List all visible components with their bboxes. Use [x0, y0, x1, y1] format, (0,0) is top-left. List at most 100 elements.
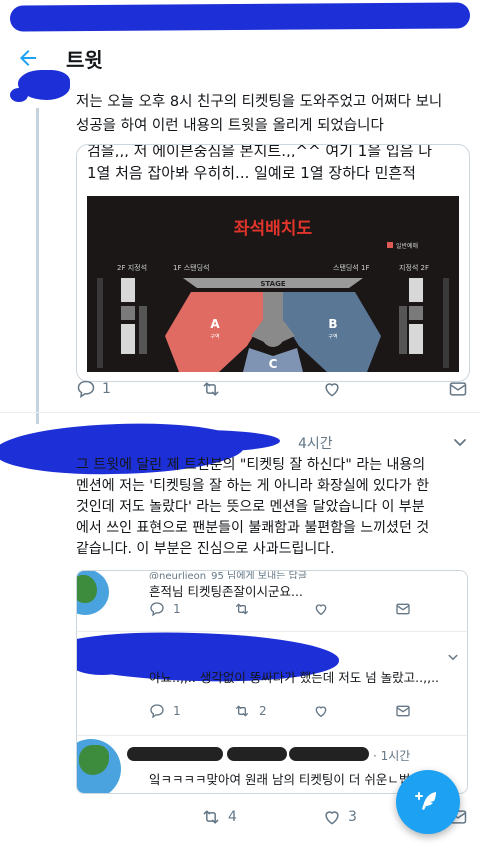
- seat-map-title: 좌석배치도: [234, 219, 313, 239]
- share-button[interactable]: [395, 601, 411, 617]
- mail-icon: [396, 603, 410, 615]
- tweet-time: 4시간: [298, 436, 333, 452]
- zone-sub-label: 구역: [210, 333, 219, 340]
- legend-swatch: [387, 242, 393, 248]
- seat-block: [409, 324, 423, 354]
- mini-tweet-text: 잌ㅋㅋㅋㅋ맞아여 원래 남의 티켓팅이 더 쉬운ㄴ법..: [149, 772, 419, 787]
- seat-block: [97, 278, 103, 368]
- tweet-line: 같습니다. 이 부분은 진심으로 사과드립니다.: [76, 541, 335, 557]
- quoted-screenshot[interactable]: @neurljeon_95 님에게 보내는 답글 흔적님 티켓팅존잘이시군요..…: [76, 570, 468, 794]
- page-title: 트윗: [66, 47, 103, 72]
- tweet-body: 저는 오늘 오후 8시 친구의 티켓팅을 도와주었고 어쩌다 보니 성공을 하여…: [76, 90, 472, 138]
- floor-label: 2F 지정석: [117, 263, 147, 272]
- chevron-down-icon[interactable]: [447, 651, 459, 663]
- heart-icon: [325, 811, 339, 825]
- like-button[interactable]: [313, 703, 329, 719]
- tweet-actions: 1: [76, 378, 472, 400]
- reply-count: 1: [173, 704, 181, 718]
- reply-count: 1: [102, 381, 111, 397]
- zone-label: A: [210, 317, 220, 331]
- retweet-count: 2: [259, 704, 267, 718]
- retweet-icon: [203, 810, 219, 824]
- redaction-scribble: [289, 747, 369, 761]
- seat-block: [409, 278, 423, 302]
- retweet-icon: [236, 705, 248, 717]
- tweet-line: 그 트윗에 달린 제 트친분의 "티켓팅 잘 하신다" 라는 내용의: [76, 457, 426, 473]
- mini-tweet-text: 흔적님 티켓팅존잘이시군요...: [149, 584, 303, 599]
- floor-label: 지정석 2F: [399, 263, 429, 272]
- stand-label: 스탠딩석 1F: [333, 263, 369, 272]
- retweet-button[interactable]: [200, 379, 222, 399]
- quill-plus-icon: [415, 792, 436, 810]
- divider: [77, 735, 467, 736]
- reply-icon: [150, 704, 164, 719]
- seat-block: [443, 278, 449, 368]
- like-count: 3: [348, 809, 357, 825]
- redaction-scribble: [9, 2, 471, 32]
- quoted-tweet-text: 검을,,, 저 에이븐중심을 본지트.,,^^ 여기 1을 입음 나 1열 처음…: [87, 144, 467, 185]
- reply-to-label: @neurljeon_95 님에게 보내는 답글: [149, 571, 307, 579]
- reply-button[interactable]: 1: [149, 703, 181, 719]
- app-bar: 트윗: [0, 34, 480, 82]
- stand-label: 1F 스탠딩석: [173, 263, 209, 272]
- thread-line: [36, 108, 39, 424]
- retweet-button[interactable]: [233, 601, 251, 617]
- heart-icon: [325, 383, 339, 397]
- compose-tweet-button[interactable]: [396, 770, 460, 834]
- tweet-body: 그 트윗에 달린 제 트친분의 "티켓팅 잘 하신다" 라는 내용의 멘션에 저…: [76, 455, 476, 560]
- mini-tweet-text: 아뇨..,,.. 생각없이 똥싸다가 했는데 저도 넘 놀랐고..,,..: [149, 670, 440, 685]
- zone-sub-label: 구역: [328, 333, 337, 340]
- zone-label: B: [328, 317, 337, 331]
- mail-icon: [396, 705, 410, 717]
- quoted-line: 1열 처음 잡아봐 우히히... 일예로 1열 장하다 민흔적: [87, 164, 416, 182]
- retweet-icon: [203, 382, 219, 396]
- seat-block: [409, 306, 423, 320]
- like-button[interactable]: 3: [322, 807, 357, 827]
- seat-map-graphic: 좌석배치도 일반예매 2F 지정석 1F 스탠딩석 스탠딩석 1F 지정석 2F…: [87, 196, 459, 372]
- retweet-button[interactable]: 4: [200, 807, 237, 827]
- reply-icon: [150, 602, 164, 617]
- mini-tweet-time: · 1시간: [373, 749, 411, 763]
- center-stage: [262, 325, 284, 347]
- tweet-line: 저는 오늘 오후 8시 친구의 티켓팅을 도와주었고 어쩌다 보니: [76, 94, 443, 110]
- redaction-scribble: [120, 430, 280, 452]
- tweet-line: 성공을 하여 이런 내용의 트윗을 올리게 되었습니다: [76, 118, 384, 134]
- seat-block: [121, 324, 135, 354]
- divider: [0, 412, 480, 413]
- mail-icon: [449, 382, 467, 396]
- redaction-scribble: [127, 747, 223, 761]
- seat-block: [121, 278, 135, 302]
- stage-label: STAGE: [260, 280, 285, 288]
- reply-icon: [77, 380, 95, 399]
- redaction-scribble: [227, 747, 287, 761]
- reply-button[interactable]: 1: [76, 379, 111, 399]
- like-button[interactable]: [313, 601, 329, 617]
- legend-label: 일반예매: [396, 242, 418, 250]
- heart-icon: [315, 706, 327, 718]
- retweet-button[interactable]: 2: [233, 703, 267, 719]
- retweet-icon: [236, 603, 248, 615]
- share-button[interactable]: [448, 379, 468, 399]
- retweet-count: 4: [228, 809, 237, 825]
- reply-button[interactable]: 1: [149, 601, 181, 617]
- divider: [77, 631, 467, 632]
- status-bar: [0, 0, 480, 34]
- seat-map-image[interactable]: 좌석배치도 일반예매 2F 지정석 1F 스탠딩석 스탠딩석 1F 지정석 2F…: [87, 196, 459, 372]
- chevron-down-icon[interactable]: [452, 434, 468, 450]
- seat-block: [121, 306, 135, 320]
- heart-icon: [315, 604, 327, 616]
- redaction-scribble: [10, 88, 28, 102]
- zone-label: C: [269, 357, 278, 371]
- share-button[interactable]: [395, 703, 411, 719]
- reply-count: 1: [173, 602, 181, 616]
- tweet-line: 것인데 저도 놀랐다' 라는 뜻으로 멘션을 달았습니다 이 부분: [76, 499, 425, 515]
- seat-block: [399, 306, 407, 354]
- quoted-line: 검을,,, 저 에이븐중심을 본지트.,,^^ 여기 1을 입음 나: [87, 144, 433, 157]
- avatar: [77, 571, 109, 615]
- seat-block: [139, 306, 147, 354]
- tweet-line: 멘션에 저는 '티켓팅을 잘 하는 게 아니라 화장실에 있다가 한: [76, 478, 430, 494]
- tweet-line: 에서 쓰인 표현으로 팬분들이 불쾌함과 불편함을 느끼셨던 것: [76, 520, 430, 536]
- arrow-left-icon: [20, 50, 36, 66]
- avatar: [77, 739, 121, 793]
- like-button[interactable]: [322, 379, 342, 399]
